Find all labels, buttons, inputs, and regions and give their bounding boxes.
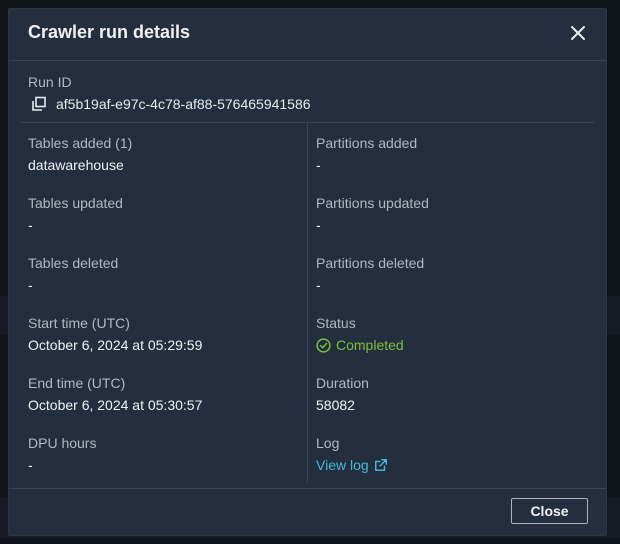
log-field: Log View log — [316, 435, 388, 473]
partitions-deleted-field: Partitions deleted - — [316, 255, 424, 293]
duration-field: Duration 58082 — [316, 375, 369, 413]
end-time-field: End time (UTC) October 6, 2024 at 05:30:… — [28, 375, 202, 413]
dpu-hours-field: DPU hours - — [28, 435, 96, 473]
tables-updated-label: Tables updated — [28, 195, 123, 211]
partitions-updated-value: - — [316, 217, 321, 233]
crawler-run-details-dialog: Crawler run details Run ID af5b19af-e97c… — [8, 8, 607, 536]
partitions-added-field: Partitions added - — [316, 135, 417, 173]
partitions-updated-label: Partitions updated — [316, 195, 429, 211]
partitions-added-value: - — [316, 157, 321, 173]
duration-value: 58082 — [316, 397, 355, 413]
status-field: Status Completed — [316, 315, 404, 353]
partitions-added-label: Partitions added — [316, 135, 418, 151]
tables-deleted-label: Tables deleted — [28, 255, 119, 271]
run-id-label: Run ID — [28, 74, 72, 90]
tables-added-field: Tables added (1) datawarehouse — [28, 135, 132, 173]
partitions-updated-field: Partitions updated - — [316, 195, 429, 233]
column-divider — [307, 123, 308, 483]
duration-label: Duration — [316, 375, 369, 391]
start-time-label: Start time (UTC) — [28, 315, 130, 331]
run-id-value: af5b19af-e97c-4c78-af88-576465941586 — [56, 96, 311, 112]
tables-added-value: datawarehouse — [28, 157, 124, 173]
tables-updated-field: Tables updated - — [28, 195, 123, 233]
end-time-value: October 6, 2024 at 05:30:57 — [28, 397, 203, 413]
external-link-icon[interactable] — [374, 458, 388, 472]
tables-deleted-value: - — [28, 277, 33, 293]
check-circle-icon — [316, 337, 331, 353]
status-value: Completed — [336, 337, 404, 353]
start-time-value: October 6, 2024 at 05:29:59 — [28, 337, 203, 353]
close-button[interactable]: Close — [511, 498, 588, 524]
view-log-link-text[interactable]: View log — [316, 457, 369, 473]
close-icon[interactable] — [568, 23, 588, 43]
dialog-header: Crawler run details — [9, 9, 606, 61]
view-log-link[interactable]: View log — [316, 457, 388, 473]
dialog-footer: Close — [9, 488, 606, 535]
end-time-label: End time (UTC) — [28, 375, 126, 391]
tables-deleted-field: Tables deleted - — [28, 255, 118, 293]
partitions-deleted-value: - — [316, 277, 321, 293]
copy-icon[interactable] — [31, 96, 47, 112]
start-time-field: Start time (UTC) October 6, 2024 at 05:2… — [28, 315, 202, 353]
tables-added-label: Tables added (1) — [28, 135, 133, 151]
dpu-hours-value: - — [28, 457, 33, 473]
dialog-title: Crawler run details — [28, 22, 191, 42]
partitions-deleted-label: Partitions deleted — [316, 255, 425, 271]
status-label: Status — [316, 315, 356, 331]
dpu-hours-label: DPU hours — [28, 435, 97, 451]
status-indicator: Completed — [316, 337, 404, 353]
tables-updated-value: - — [28, 217, 33, 233]
run-id-row: af5b19af-e97c-4c78-af88-576465941586 — [31, 96, 311, 112]
log-label: Log — [316, 435, 340, 451]
